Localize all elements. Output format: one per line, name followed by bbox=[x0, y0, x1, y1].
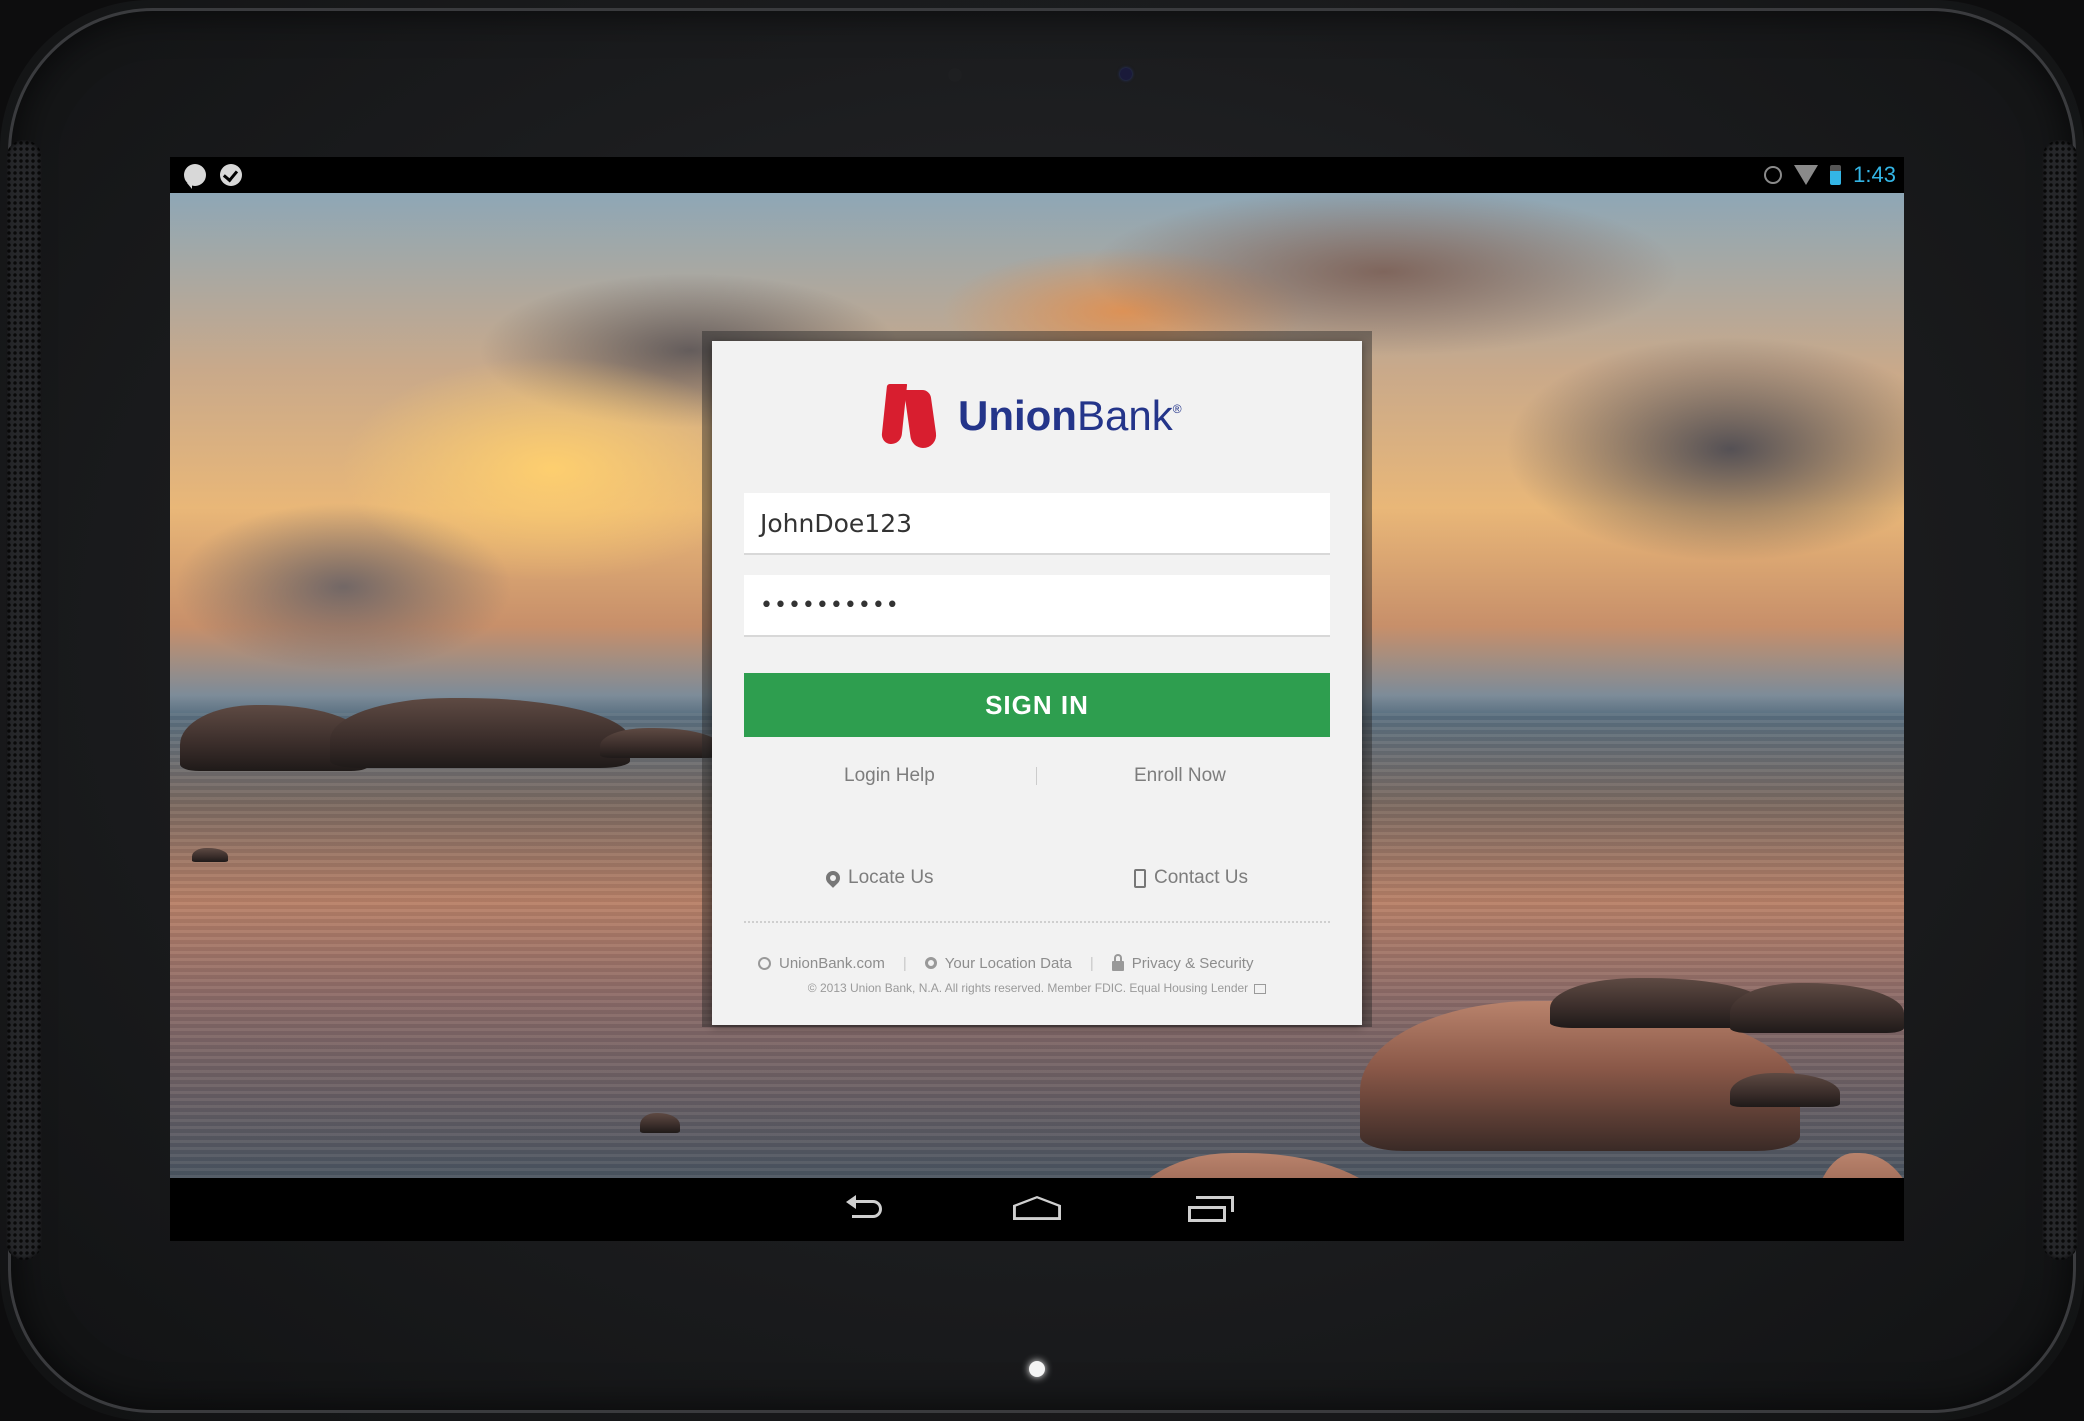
status-bar-right: 1:43 bbox=[1764, 161, 1896, 189]
screen: 1:43 UnionBank® JohnDoe123 •••••••••• SI… bbox=[170, 157, 1904, 1241]
privacy-security-link[interactable]: Privacy & Security bbox=[1111, 953, 1254, 972]
footer-separator: | bbox=[902, 954, 907, 972]
footer-separator: | bbox=[1089, 954, 1094, 972]
login-card: UnionBank® JohnDoe123 •••••••••• SIGN IN… bbox=[712, 341, 1362, 1025]
home-icon[interactable] bbox=[1013, 1196, 1061, 1220]
copyright-notice: © 2013 Union Bank, N.A. All rights reser… bbox=[712, 981, 1362, 995]
location-target-icon bbox=[924, 957, 937, 969]
secondary-links: Login Help Enroll Now bbox=[744, 759, 1330, 793]
union-bank-logo: UnionBank® bbox=[880, 381, 1182, 451]
map-pin-icon bbox=[823, 868, 843, 888]
alarm-icon bbox=[1764, 166, 1783, 184]
wifi-icon bbox=[1794, 165, 1819, 185]
lock-icon bbox=[1111, 953, 1124, 971]
status-time: 1:43 bbox=[1853, 162, 1896, 187]
tablet-device: 1:43 UnionBank® JohnDoe123 •••••••••• SI… bbox=[0, 0, 2084, 1421]
username-input[interactable]: JohnDoe123 bbox=[744, 493, 1330, 555]
rock-left-speck-2 bbox=[192, 848, 228, 862]
locate-us-link[interactable]: Locate Us bbox=[823, 867, 934, 889]
union-bank-wordmark: UnionBank® bbox=[958, 392, 1182, 439]
website-link[interactable]: UnionBank.com bbox=[758, 955, 885, 972]
privacy-security-label: Privacy & Security bbox=[1131, 954, 1254, 972]
right-speaker-grille bbox=[2042, 140, 2078, 1260]
light-sensor bbox=[948, 68, 962, 82]
rock-left-mid bbox=[330, 698, 630, 768]
location-data-label: Your Location Data bbox=[944, 954, 1072, 972]
recent-apps-icon[interactable] bbox=[1188, 1196, 1234, 1222]
footer-divider bbox=[744, 921, 1330, 923]
location-data-link[interactable]: Your Location Data bbox=[924, 954, 1072, 972]
status-bar: 1:43 bbox=[170, 157, 1904, 193]
notification-led bbox=[1029, 1361, 1045, 1377]
front-camera bbox=[1120, 68, 1132, 80]
password-input[interactable]: •••••••••• bbox=[744, 575, 1330, 637]
navigation-bar bbox=[170, 1178, 1904, 1241]
contact-us-link[interactable]: Contact Us bbox=[1134, 867, 1248, 889]
battery-icon bbox=[1830, 165, 1842, 185]
sign-in-button[interactable]: SIGN IN bbox=[744, 673, 1330, 737]
rock-left-speck bbox=[640, 1113, 680, 1133]
website-label: UnionBank.com bbox=[779, 954, 885, 972]
union-bank-logo-mark bbox=[880, 384, 939, 448]
enroll-now-link[interactable]: Enroll Now bbox=[1134, 765, 1226, 787]
locate-us-label: Locate Us bbox=[848, 867, 934, 888]
login-help-link[interactable]: Login Help bbox=[844, 765, 935, 787]
contact-us-label: Contact Us bbox=[1154, 867, 1248, 888]
back-icon[interactable] bbox=[846, 1195, 886, 1220]
footer-links: UnionBank.com | Your Location Data | Pri… bbox=[758, 951, 1328, 975]
task-check-icon[interactable] bbox=[220, 164, 242, 186]
copyright-text: © 2013 Union Bank, N.A. All rights reser… bbox=[807, 981, 1249, 995]
phone-icon bbox=[1134, 868, 1146, 888]
left-speaker-grille bbox=[6, 140, 42, 1260]
globe-icon bbox=[758, 956, 771, 970]
link-divider bbox=[1036, 767, 1037, 785]
chat-notification-icon[interactable] bbox=[184, 164, 206, 189]
equal-housing-icon bbox=[1254, 983, 1267, 994]
utility-links: Locate Us Contact Us bbox=[744, 861, 1330, 897]
